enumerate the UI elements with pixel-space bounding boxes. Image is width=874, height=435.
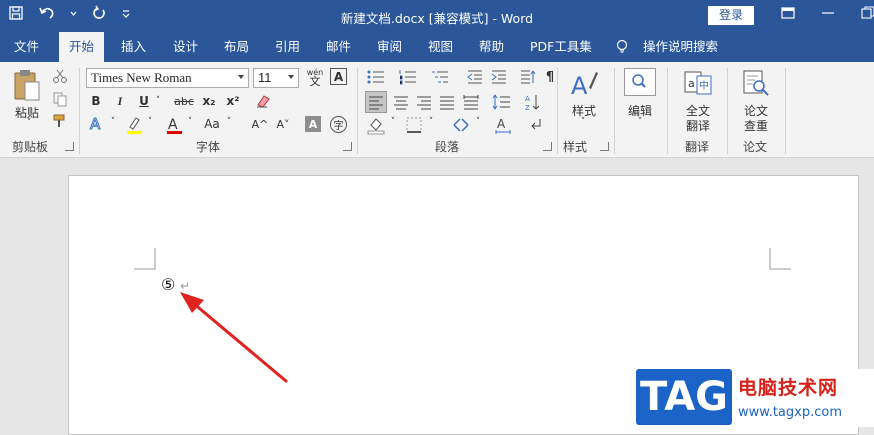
watermark-url: www.tagxp.com [738,405,842,420]
watermark-logo: TAG [636,369,732,425]
annotation-arrow [180,292,288,383]
watermark-site-name: 电脑技术网 [738,377,839,399]
